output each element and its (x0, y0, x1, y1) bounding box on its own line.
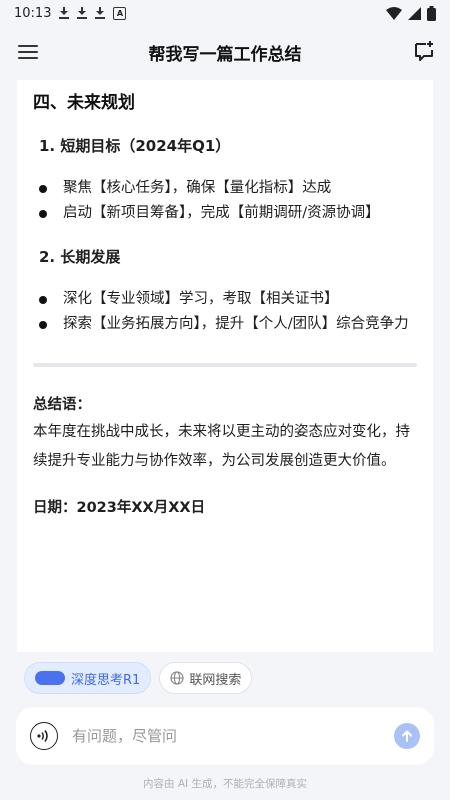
battery-icon (427, 5, 436, 21)
voice-input-button[interactable] (30, 722, 58, 750)
option-chips: 深度思考R1 联网搜索 (24, 662, 253, 694)
download-icon (59, 7, 70, 19)
wifi-icon (386, 6, 402, 20)
app-notification-icon: A (113, 6, 127, 20)
new-chat-icon (415, 41, 433, 61)
list-item: 探索【业务拓展方向】，提升【个人/团队】综合竞争力 (39, 312, 417, 337)
summary-text: 本年度在挑战中成长，未来将以更主动的姿态应对变化，持续提升专业能力与协作效率，为… (33, 424, 410, 469)
section-heading: 四、未来规划 (33, 93, 135, 113)
date-line: 日期：2023年XX月XX日 (33, 500, 206, 516)
ai-disclaimer: 内容由 AI 生成，不能完全保障真实 (143, 778, 307, 790)
new-chat-button[interactable] (412, 39, 436, 63)
web-search-label: 联网搜索 (189, 672, 242, 688)
app-bar: 帮我写一篇工作总结 (0, 26, 450, 78)
message-card: 四、未来规划 1. 短期目标（2024年Q1） 聚焦【核心任务】，确保【量化指标… (17, 80, 433, 652)
message-input[interactable] (70, 726, 394, 746)
status-time: 10:13 (14, 5, 52, 21)
chat-input-bar (16, 707, 434, 765)
voice-icon (37, 730, 48, 742)
divider (33, 363, 417, 367)
short-term-goal-title: 1. 短期目标（2024年Q1） (39, 137, 231, 155)
web-search-toggle[interactable]: 联网搜索 (159, 662, 253, 694)
status-bar: 10:13 A (0, 0, 450, 26)
long-term-goal-title: 2. 长期发展 (39, 248, 121, 266)
list-item: 启动【新项目筹备】，完成【前期调研/资源协调】 (39, 201, 417, 226)
deep-think-toggle[interactable]: 深度思考R1 (24, 662, 152, 694)
send-button[interactable] (394, 723, 420, 749)
deep-think-label: 深度思考R1 (71, 672, 141, 688)
summary-label: 总结语： (33, 397, 91, 413)
page-title: 帮我写一篇工作总结 (148, 44, 302, 65)
globe-icon (170, 671, 184, 685)
download-icon (77, 7, 88, 19)
list-item: 深化【专业领域】学习，考取【相关证书】 (39, 287, 417, 312)
toggle-icon (35, 671, 65, 685)
download-icon (95, 7, 106, 19)
signal-icon (408, 6, 421, 20)
send-arrow-icon (402, 730, 412, 742)
menu-button[interactable] (16, 40, 40, 64)
list-item: 聚焦【核心任务】，确保【量化指标】达成 (39, 176, 417, 201)
